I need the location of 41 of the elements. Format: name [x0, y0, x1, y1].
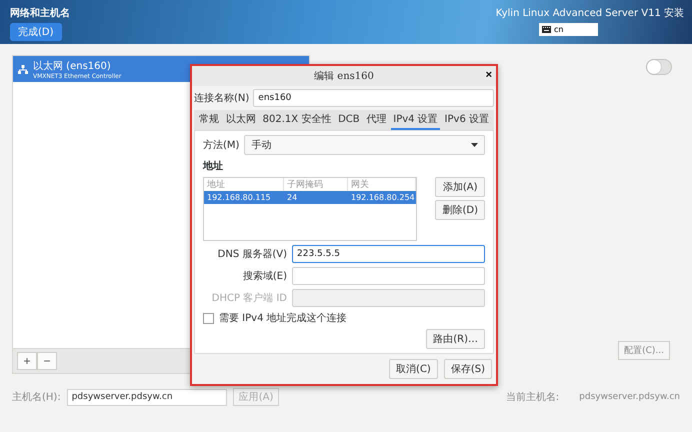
keyboard-icon — [542, 26, 551, 33]
remove-button[interactable]: − — [37, 352, 57, 370]
section-title: 地址 — [203, 160, 224, 173]
method-label: 方法(M) — [203, 138, 240, 152]
add-address-button[interactable]: 添加(A) — [435, 177, 485, 197]
hostname-field[interactable]: pdsywserver.pdsyw.cn — [66, 388, 227, 406]
keyboard-layout-field[interactable]: cn — [539, 23, 598, 36]
tab[interactable]: DCB — [336, 110, 362, 130]
tab[interactable]: IPv6 设置 — [442, 110, 491, 130]
hostname-label: 主机名(H): — [12, 390, 61, 404]
input-field[interactable]: 223.5.5.5 — [292, 245, 485, 263]
toggle-switch[interactable] — [646, 59, 672, 75]
cancel-button[interactable]: 取消(C) — [389, 359, 438, 379]
connection-name-label: 连接名称(N) — [194, 92, 250, 105]
connection-name-field[interactable]: ens160 — [253, 89, 494, 107]
done-button[interactable]: 完成(D) — [10, 23, 62, 41]
tab[interactable]: 802.1X 安全性 — [260, 110, 334, 130]
network-icon — [18, 64, 28, 74]
method-dropdown[interactable]: 手动 — [244, 135, 485, 155]
delete-address-button[interactable]: 删除(D) — [435, 200, 485, 220]
checkbox[interactable] — [203, 312, 214, 324]
address-table[interactable]: 地址 子网掩码 网关 192.168.80.115 24 192.168.80.254 — [203, 177, 417, 241]
input-field[interactable] — [292, 267, 485, 285]
routes-button[interactable]: 路由(R)… — [426, 329, 485, 349]
add-button[interactable]: + — [17, 352, 37, 370]
current-hostname-label: 当前主机名: — [506, 390, 560, 404]
address-row[interactable]: 192.168.80.115 24 192.168.80.254 — [204, 191, 416, 204]
product-title: Kylin Linux Advanced Server V11 安装 — [496, 6, 684, 20]
save-button[interactable]: 保存(S) — [444, 359, 492, 379]
page-title: 网络和主机名 — [10, 6, 70, 20]
field-label: DNS 服务器(V) — [216, 248, 287, 261]
dropdown-arrow-icon — [471, 143, 478, 147]
checkbox-label: 需要 IPv4 地址完成这个连接 — [219, 312, 347, 325]
field-label: 搜索域(E) — [242, 270, 287, 283]
close-button[interactable]: × — [486, 69, 492, 81]
tab[interactable]: 常规 — [197, 110, 221, 130]
tab[interactable]: 代理 — [364, 110, 388, 130]
dialog-title: 编辑 ens160 — [314, 70, 374, 83]
tab[interactable]: 以太网 — [224, 110, 258, 130]
current-hostname: pdsywserver.pdsyw.cn — [579, 392, 680, 402]
field-label: DHCP 客户端 ID — [210, 292, 287, 305]
